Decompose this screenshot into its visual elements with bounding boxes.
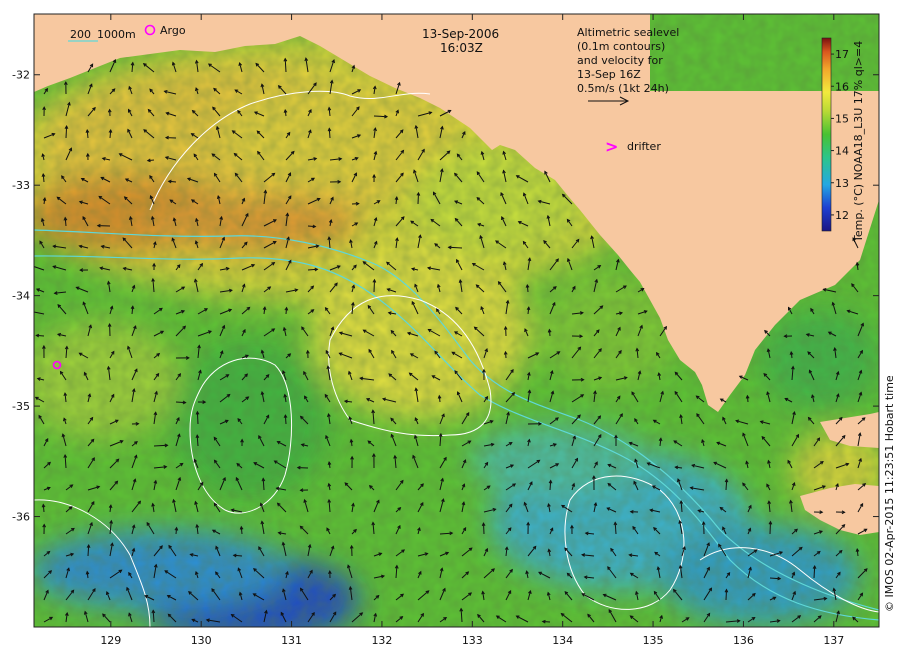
title-date: 13-Sep-2006	[422, 27, 499, 41]
velocity-arrow	[153, 444, 168, 447]
velocity-arrow	[769, 521, 771, 535]
velocity-arrow	[65, 126, 68, 139]
y-tick-label: -33	[12, 179, 30, 192]
x-tick-label: 135	[643, 634, 664, 647]
y-tick-label: -35	[12, 400, 30, 413]
altimetry-line-3: 13-Sep 16Z	[577, 68, 641, 81]
colorbar-ramp	[821, 37, 832, 232]
altimetry-line-4: 0.5m/s (1kt 24h)	[577, 82, 669, 95]
drifter-label: drifter	[627, 140, 661, 153]
colorbar-tick-label: 16	[835, 80, 849, 93]
altimetry-line-0: Altimetric sealevel	[577, 26, 679, 39]
colorbar-label: Temp. (°C) NOAA18_L3U 17% ql>=4	[852, 41, 865, 243]
y-tick-label: -36	[12, 511, 30, 524]
contour-label-200: 200	[70, 28, 91, 41]
velocity-arrow	[417, 192, 419, 205]
title-time: 16:03Z	[440, 41, 483, 55]
x-tick-label: 132	[371, 634, 392, 647]
sst-map: 129 130 131 132 133 134 135 136 137 -32 -33 -34 -35 -…	[12, 13, 896, 647]
altimetry-line-2: and velocity for	[577, 54, 663, 67]
velocity-arrow	[196, 411, 199, 425]
velocity-arrow	[373, 115, 388, 118]
x-tick-label: 136	[733, 634, 754, 647]
x-tick-label: 133	[462, 634, 483, 647]
altimetry-line-1: (0.1m contours)	[577, 40, 665, 53]
colorbar-tick-label: 13	[835, 177, 849, 190]
colorbar-tick-label: 17	[835, 48, 849, 61]
drifter-glyph: >	[605, 137, 618, 156]
colorbar-tick-label: 15	[835, 112, 849, 125]
velocity-arrow-head	[31, 311, 34, 314]
x-tick-label: 129	[100, 634, 121, 647]
x-tick-label: 137	[823, 634, 844, 647]
y-tick-label: -32	[12, 69, 30, 82]
credit-text: © IMOS 02-Apr-2015 11:23:51 Hobart time	[883, 375, 896, 612]
x-tick-label: 130	[191, 634, 212, 647]
contour-label-1000: 1000m	[97, 28, 136, 41]
velocity-arrow	[448, 246, 463, 249]
colorbar-tick-label: 14	[835, 145, 849, 158]
velocity-arrow	[373, 279, 375, 293]
y-tick-label: -34	[12, 290, 30, 303]
x-tick-label: 131	[281, 634, 302, 647]
argo-label: Argo	[160, 24, 186, 37]
x-tick-label: 134	[552, 634, 573, 647]
colorbar-tick-label: 12	[835, 209, 849, 222]
